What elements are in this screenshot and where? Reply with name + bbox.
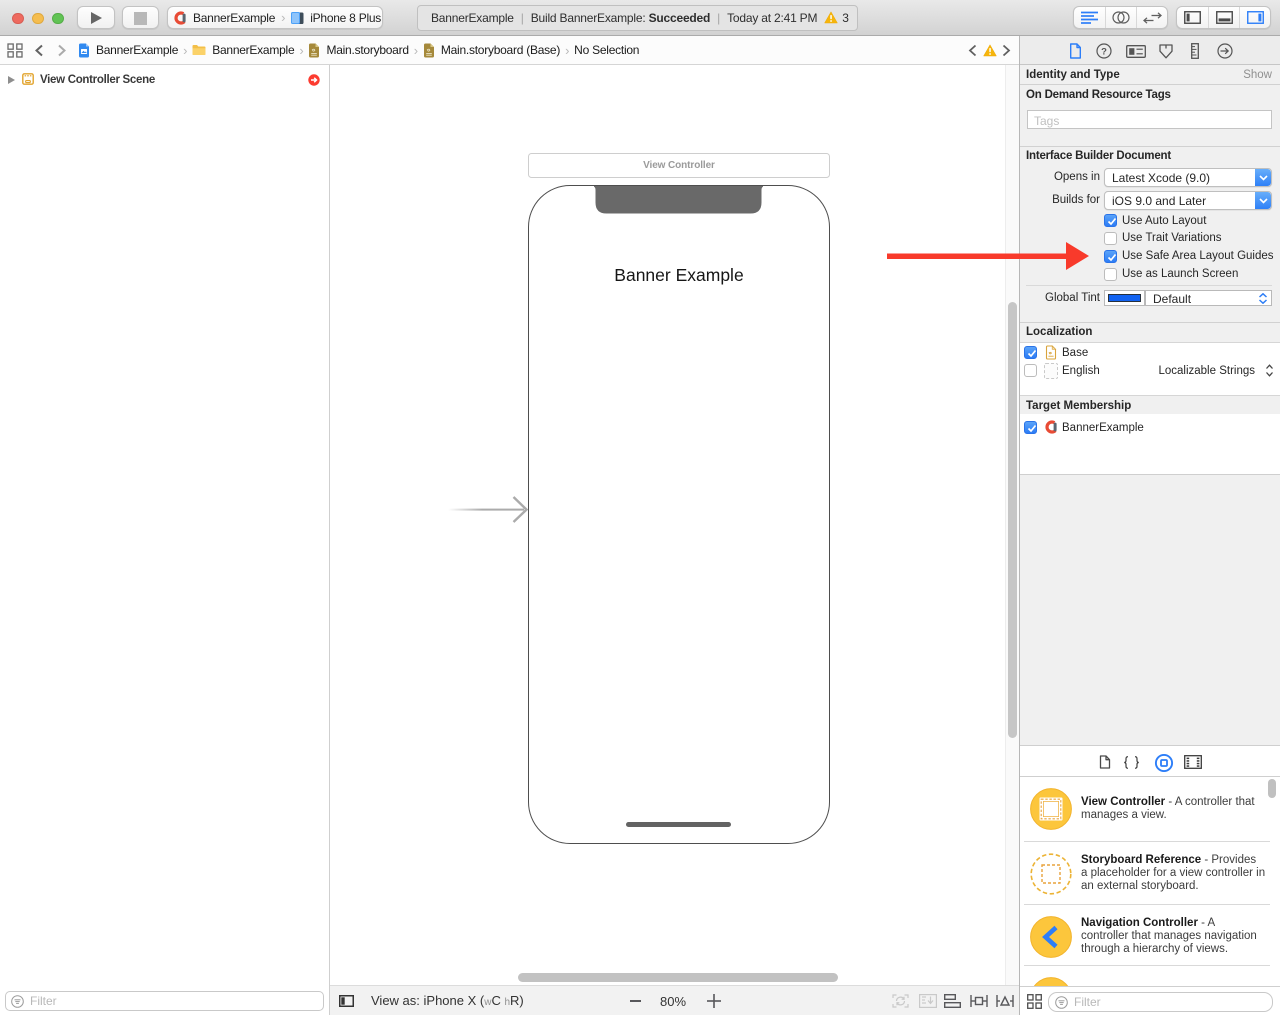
svg-text:?: ?: [1101, 46, 1107, 57]
